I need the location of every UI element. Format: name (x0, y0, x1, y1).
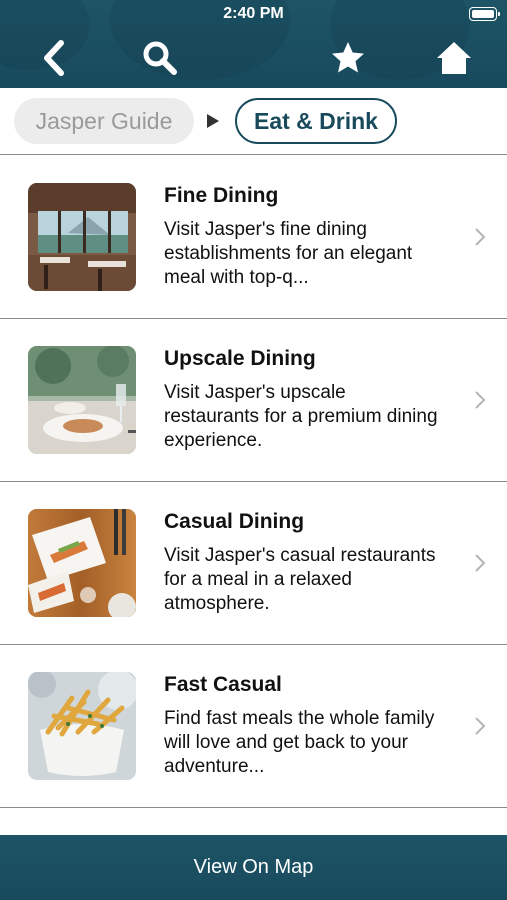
list-item-description: Visit Jasper's fine dining establishment… (164, 219, 413, 288)
restaurant-interior-image (28, 183, 136, 291)
list-item-description: Find fast meals the whole family will lo… (164, 708, 435, 777)
skewers-dish-image (28, 509, 136, 617)
chevron-right-icon (475, 554, 486, 572)
fries-bowl-image (28, 672, 136, 780)
breadcrumb-arrow-icon (207, 114, 219, 128)
search-button[interactable] (140, 38, 180, 78)
home-button[interactable] (434, 38, 474, 78)
breadcrumb: Jasper Guide Eat & Drink (0, 88, 507, 155)
chevron-left-icon (44, 40, 64, 76)
breadcrumb-current: Eat & Drink (235, 98, 397, 144)
list-item-fine-dining[interactable]: Fine Dining Visit Jasper's fine dining e… (0, 156, 507, 319)
list-item-description: Visit Jasper's casual restaurants for a … (164, 545, 436, 614)
category-list: Fine Dining Visit Jasper's fine dining e… (0, 156, 507, 808)
list-item-title: Fine Dining (164, 184, 279, 207)
plated-dish-image (28, 346, 136, 454)
battery-icon (469, 7, 500, 21)
list-item-title: Upscale Dining (164, 347, 316, 370)
list-item-upscale-dining[interactable]: Upscale Dining Visit Jasper's upscale re… (0, 319, 507, 482)
chevron-right-icon (475, 717, 486, 735)
list-item-description: Visit Jasper's upscale restaurants for a… (164, 382, 438, 451)
list-item-fast-casual[interactable]: Fast Casual Find fast meals the whole fa… (0, 645, 507, 808)
star-icon (332, 42, 364, 73)
search-icon (143, 41, 177, 75)
list-item-title: Casual Dining (164, 510, 305, 533)
top-nav-bar: 2:40 PM (0, 0, 507, 88)
favorites-button[interactable] (328, 38, 368, 78)
list-item-title: Fast Casual (164, 673, 282, 696)
home-icon (437, 42, 471, 74)
breadcrumb-parent-button[interactable]: Jasper Guide (14, 98, 194, 144)
chevron-right-icon (475, 391, 486, 409)
list-item-casual-dining[interactable]: Casual Dining Visit Jasper's casual rest… (0, 482, 507, 645)
back-button[interactable] (34, 38, 74, 78)
view-on-map-button[interactable]: View On Map (0, 835, 507, 900)
chevron-right-icon (475, 228, 486, 246)
status-time: 2:40 PM (223, 5, 284, 22)
